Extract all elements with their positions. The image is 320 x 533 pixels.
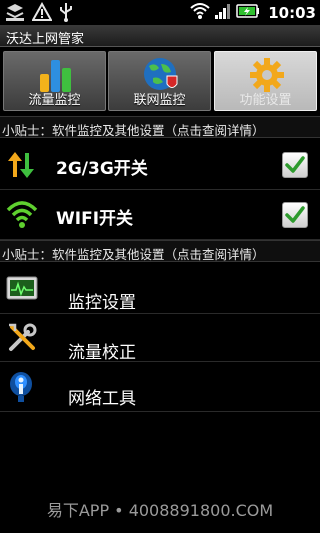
toggle-row-wifi[interactable]: WIFI开关 [0, 190, 320, 240]
menu-item-label: 流量校正 [68, 343, 136, 363]
toggle-label: WIFI开关 [56, 209, 134, 229]
monitor-icon [6, 275, 38, 307]
tab-settings[interactable]: 功能设置 [214, 51, 317, 111]
app-title: 沃达上网管家 [6, 32, 85, 47]
menu-item-traffic-calibration[interactable]: 流量校正 [0, 314, 320, 363]
tip-banner[interactable]: 小贴士：软件监控及其他设置（点击查阅详情） [0, 116, 320, 138]
tab-network-monitor[interactable]: 联网监控 [108, 51, 211, 111]
menu-item-monitor-settings[interactable]: 监控设置 [0, 264, 320, 314]
tab-label: 流量监控 [28, 93, 81, 108]
tools-icon [6, 322, 38, 358]
network-tool-icon [6, 370, 36, 408]
wifi-icon [190, 2, 210, 24]
signal-icon [214, 2, 232, 24]
mobile-data-checkbox[interactable] [282, 152, 308, 178]
status-bar: 10:03 [0, 0, 320, 25]
watermark-text: 易下APP • 4008891800.COM [46, 501, 274, 520]
data-transfer-icon [6, 150, 36, 184]
wifi-checkbox[interactable] [282, 202, 308, 228]
status-right-icons: 10:03 [190, 2, 316, 24]
battery-charging-icon [236, 3, 260, 23]
app-title-bar: 沃达上网管家 [0, 25, 320, 47]
wifi-icon [6, 198, 38, 234]
tip-banner[interactable]: 小贴士：软件监控及其他设置（点击查阅详情） [0, 240, 320, 262]
tab-label: 功能设置 [239, 93, 292, 108]
tab-traffic-monitor[interactable]: 流量监控 [3, 51, 106, 111]
tip-text: 小贴士：软件监控及其他设置（点击查阅详情） [2, 123, 265, 138]
warning-icon [31, 1, 53, 26]
menu-item-label: 网络工具 [68, 389, 136, 409]
clock: 10:03 [268, 4, 316, 22]
tab-bar: 流量监控 联网监控 功能设置 [0, 48, 320, 114]
menu-item-network-tools[interactable]: 网络工具 [0, 362, 320, 412]
tip-text: 小贴士：软件监控及其他设置（点击查阅详情） [2, 247, 265, 262]
toggle-row-mobile-data[interactable]: 2G/3G开关 [0, 140, 320, 190]
tab-label: 联网监控 [133, 93, 186, 108]
usb-debug-icon [4, 2, 26, 26]
status-left-icons [4, 1, 74, 26]
usb-icon [58, 2, 74, 26]
watermark: 易下APP • 4008891800.COM [0, 495, 320, 533]
menu-item-label: 监控设置 [68, 293, 136, 313]
toggle-label: 2G/3G开关 [56, 159, 148, 179]
